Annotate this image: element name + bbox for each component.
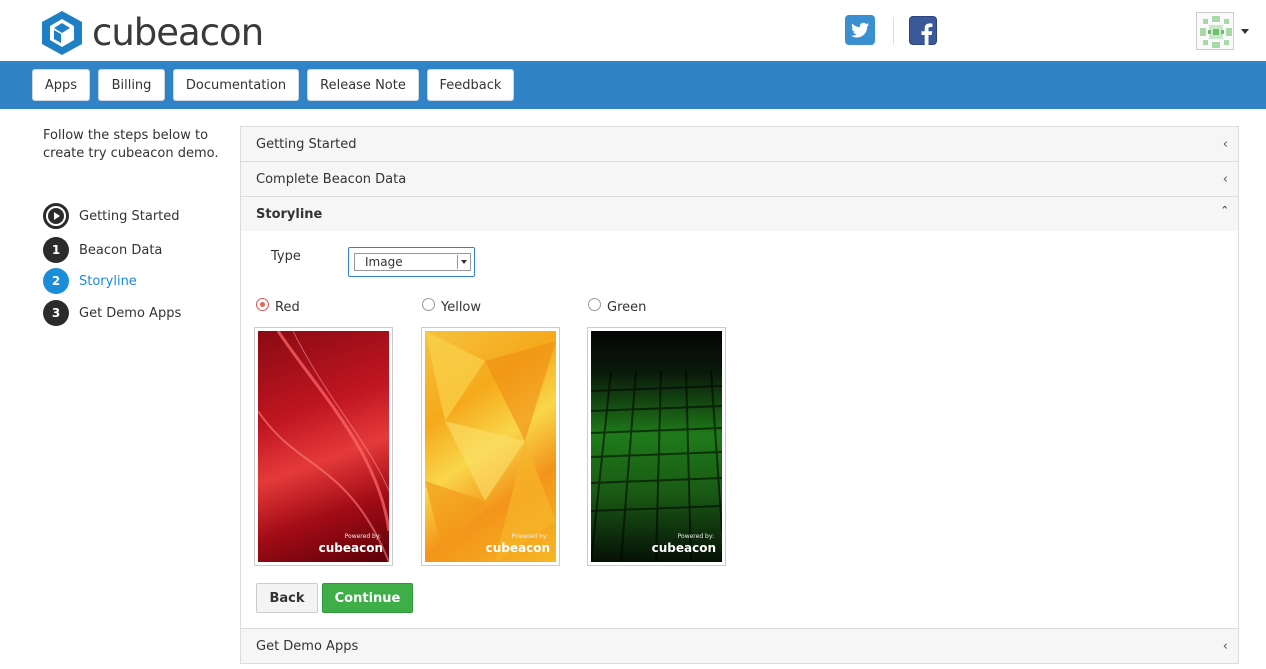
radio-green-label[interactable]: Green	[607, 300, 646, 315]
nav-apps-button[interactable]: Apps	[32, 69, 90, 101]
step-getting-started[interactable]: Getting Started	[43, 203, 180, 229]
red-wallpaper-image: Powered by: cubeacon	[258, 331, 389, 562]
play-icon	[43, 203, 69, 229]
powered-by-text: Powered by:	[677, 533, 714, 540]
type-label: Type	[271, 249, 301, 264]
nav-documentation-button[interactable]: Documentation	[173, 69, 299, 101]
continue-button[interactable]: Continue	[322, 583, 413, 613]
accordion-complete-beacon-data[interactable]: Complete Beacon Data ‹	[240, 161, 1239, 197]
cubeacon-watermark: cubeacon	[651, 541, 716, 555]
powered-by-text: Powered by:	[344, 533, 381, 540]
accordion-header[interactable]: Storyline ˆ	[241, 197, 1238, 232]
steps-intro-text: Follow the steps below to create try cub…	[43, 128, 219, 161]
accordion-title: Complete Beacon Data	[256, 172, 407, 187]
powered-by-text: Powered by:	[511, 533, 548, 540]
step-beacon-data[interactable]: 1 Beacon Data	[43, 237, 162, 263]
chevron-left-icon: ‹	[1222, 639, 1228, 654]
radio-yellow-label[interactable]: Yellow	[441, 300, 481, 315]
top-header: cubeacon	[0, 0, 1266, 61]
nav-billing-button[interactable]: Billing	[98, 69, 165, 101]
step-storyline[interactable]: 2 Storyline	[43, 268, 137, 294]
type-select-value: Image	[365, 255, 403, 269]
account-dropdown-caret-icon[interactable]	[1241, 29, 1249, 34]
accordion-storyline[interactable]: Storyline ˆ	[240, 196, 1239, 232]
accordion-header[interactable]: Complete Beacon Data ‹	[241, 162, 1238, 197]
back-button[interactable]: Back	[256, 583, 318, 613]
brand-name: cubeacon	[92, 11, 264, 54]
facebook-icon[interactable]	[909, 16, 937, 46]
radio-red-label[interactable]: Red	[275, 300, 300, 315]
radio-yellow[interactable]	[422, 298, 435, 311]
radio-green[interactable]	[588, 298, 601, 311]
cubeacon-watermark: cubeacon	[318, 541, 383, 555]
storyline-image-green[interactable]: Powered by: cubeacon	[587, 327, 726, 566]
step-number-badge: 2	[43, 268, 69, 294]
accordion-header[interactable]: Getting Started ‹	[241, 127, 1238, 162]
main-navbar: Apps Billing Documentation Release Note …	[0, 61, 1266, 109]
avatar[interactable]	[1196, 12, 1234, 50]
accordion-title: Get Demo Apps	[256, 639, 359, 654]
twitter-icon[interactable]	[845, 15, 875, 45]
accordion-title: Getting Started	[256, 137, 357, 152]
chevron-left-icon: ‹	[1222, 172, 1228, 187]
chevron-up-icon: ˆ	[1221, 206, 1229, 221]
step-label: Storyline	[79, 273, 137, 289]
yellow-wallpaper-image: Powered by: cubeacon	[425, 331, 556, 562]
radio-red[interactable]	[256, 298, 269, 311]
chevron-down-icon	[457, 255, 469, 269]
step-number-badge: 1	[43, 237, 69, 263]
storyline-image-yellow[interactable]: Powered by: cubeacon	[421, 327, 560, 566]
cubeacon-logo[interactable]: cubeacon	[40, 9, 264, 57]
chevron-left-icon: ‹	[1222, 137, 1228, 152]
social-divider	[893, 17, 894, 45]
type-select-wrapper: Image	[348, 247, 475, 277]
step-label: Get Demo Apps	[79, 305, 182, 321]
step-label: Beacon Data	[79, 242, 163, 258]
nav-feedback-button[interactable]: Feedback	[427, 69, 514, 101]
accordion-getting-started[interactable]: Getting Started ‹	[240, 126, 1239, 162]
accordion-title: Storyline	[256, 207, 323, 222]
step-label: Getting Started	[79, 208, 180, 224]
accordion-get-demo-apps[interactable]: Get Demo Apps ‹	[240, 628, 1239, 664]
step-number-badge: 3	[43, 300, 69, 326]
type-select[interactable]: Image	[354, 253, 471, 271]
nav-release-note-button[interactable]: Release Note	[307, 69, 419, 101]
identicon-icon	[1197, 13, 1233, 49]
cubeacon-watermark: cubeacon	[485, 541, 550, 555]
cube-logo-icon	[42, 11, 82, 55]
step-get-demo-apps[interactable]: 3 Get Demo Apps	[43, 300, 181, 326]
accordion-header[interactable]: Get Demo Apps ‹	[241, 629, 1238, 664]
storyline-image-red[interactable]: Powered by: cubeacon	[254, 327, 393, 566]
green-wallpaper-image: Powered by: cubeacon	[591, 331, 722, 562]
